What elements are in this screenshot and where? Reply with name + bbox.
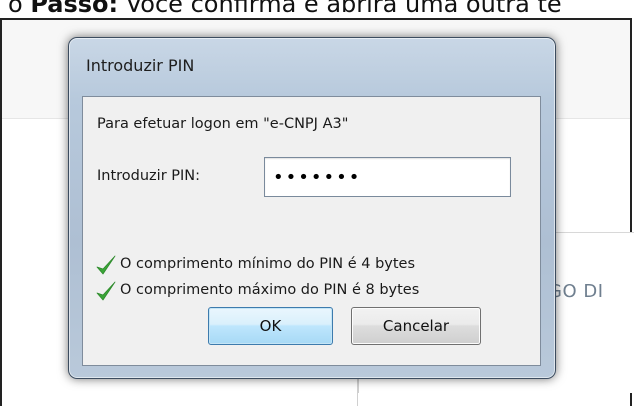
pin-rule-max-text: O comprimento máximo do PIN é 8 bytes (120, 282, 420, 298)
ok-button[interactable]: OK (208, 307, 333, 345)
doc-header-bold: Passo: (30, 0, 119, 18)
document-header-text: o Passo: Você confirma e abrirá uma outr… (8, 0, 562, 18)
checkmark-icon (96, 255, 116, 275)
pin-rule-min-text: O comprimento mínimo do PIN é 4 bytes (120, 256, 416, 272)
logon-prompt: Para efetuar logon em "e-CNPJ A3" (97, 116, 349, 132)
doc-header-rest: Você confirma e abrirá uma outra te (118, 0, 562, 18)
dialog-title: Introduzir PIN (86, 56, 195, 75)
dialog-body: Para efetuar logon em "e-CNPJ A3" Introd… (82, 96, 541, 366)
pin-label: Introduzir PIN: (97, 168, 201, 184)
checkmark-icon (96, 281, 116, 301)
pin-input[interactable] (265, 158, 510, 196)
pin-dialog: Introduzir PIN Para efetuar logon em "e-… (68, 37, 556, 379)
cancel-button[interactable]: Cancelar (351, 307, 481, 345)
pin-field[interactable] (264, 157, 511, 197)
doc-header-prefix: o (8, 0, 31, 18)
background-panel-text: GO DI (548, 281, 604, 302)
